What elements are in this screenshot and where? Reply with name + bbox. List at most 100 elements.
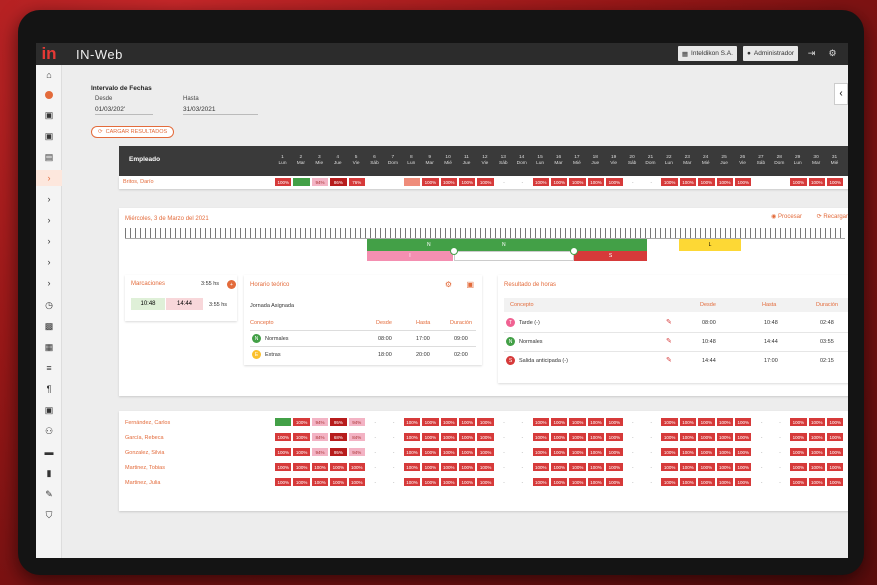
day-cell[interactable]: -	[642, 417, 661, 427]
day-cell[interactable]: -	[513, 447, 532, 457]
day-cell[interactable]: 94%	[347, 417, 366, 427]
day-cell[interactable]: 100%	[531, 417, 550, 427]
day-cell[interactable]: 100%	[789, 417, 808, 427]
day-cell[interactable]: 100%	[789, 462, 808, 472]
day-cell[interactable]: 86%	[329, 177, 348, 187]
day-cell[interactable]: -	[366, 447, 385, 457]
day-cell[interactable]: 100%	[458, 462, 477, 472]
day-cell[interactable]: 100%	[458, 447, 477, 457]
dashboard-icon[interactable]	[36, 87, 62, 103]
day-cell[interactable]: 95%	[329, 417, 348, 427]
day-cell[interactable]: 100%	[476, 477, 495, 487]
day-cell[interactable]: 100%	[678, 477, 698, 487]
day-cell[interactable]: 100%	[402, 477, 422, 487]
day-cell[interactable]: 100%	[605, 177, 624, 187]
day-cell[interactable]: 100%	[660, 417, 679, 427]
employee-name[interactable]: Britos, Darío	[123, 179, 154, 185]
day-cell[interactable]: 100%	[568, 447, 587, 457]
day-cell[interactable]: 100%	[826, 432, 845, 442]
day-cell[interactable]: 100%	[329, 462, 348, 472]
day-cell[interactable]: 100%	[402, 432, 422, 442]
chevron-right-icon[interactable]: ›	[36, 212, 62, 228]
day-cell[interactable]: -	[770, 447, 790, 457]
day-cell[interactable]: 100%	[274, 432, 293, 442]
timeline-handle-in[interactable]	[450, 247, 458, 255]
day-cell[interactable]: 100%	[678, 447, 698, 457]
gear-icon[interactable]: ⚙	[445, 280, 452, 289]
day-cell[interactable]: 100%	[660, 432, 679, 442]
day-cell[interactable]: 100%	[476, 462, 495, 472]
day-cell[interactable]: 100%	[734, 447, 753, 457]
day-cell[interactable]: 100%	[329, 477, 348, 487]
day-cell[interactable]: 100%	[568, 417, 587, 427]
day-cell[interactable]: -	[384, 462, 403, 472]
day-cell[interactable]: 100%	[550, 432, 569, 442]
day-cell[interactable]: -	[384, 432, 403, 442]
employee-name[interactable]: García, Rebeca	[125, 435, 164, 441]
day-cell[interactable]: -	[366, 477, 385, 487]
calendar-month-icon[interactable]: ▦	[36, 339, 62, 355]
day-cell[interactable]: 100%	[715, 417, 734, 427]
day-cell[interactable]: 100%	[347, 477, 366, 487]
load-results-button[interactable]: ⟳ CARGAR RESULTADOS	[91, 126, 175, 138]
day-cell[interactable]: -	[513, 477, 532, 487]
day-cell[interactable]: -	[770, 432, 790, 442]
person-list-icon[interactable]: ≡	[36, 360, 62, 376]
day-cell[interactable]: 100%	[678, 417, 698, 427]
day-cell[interactable]	[292, 177, 311, 187]
day-cell[interactable]: 100%	[807, 447, 826, 457]
day-cell[interactable]: -	[623, 177, 642, 187]
day-cell[interactable]: 100%	[292, 462, 311, 472]
day-cell[interactable]: 100%	[568, 177, 587, 187]
logout-icon[interactable]: ⇥	[804, 46, 819, 61]
day-cell[interactable]: 100%	[697, 447, 716, 457]
day-cell[interactable]: 100%	[476, 417, 495, 427]
day-cell[interactable]: -	[770, 477, 790, 487]
day-cell[interactable]: 100%	[458, 477, 477, 487]
day-cell[interactable]: 100%	[550, 477, 569, 487]
file-edit-icon[interactable]: ✎	[36, 486, 62, 502]
day-cell[interactable]: 100%	[734, 477, 753, 487]
day-cell[interactable]: 94%	[310, 417, 330, 427]
day-cell[interactable]: 100%	[586, 477, 606, 487]
day-cell[interactable]: 68%	[329, 432, 348, 442]
day-cell[interactable]: 100%	[421, 447, 440, 457]
day-cell[interactable]: 100%	[605, 432, 624, 442]
day-cell[interactable]: -	[494, 177, 514, 187]
day-cell[interactable]: 100%	[660, 447, 679, 457]
day-cell[interactable]: 100%	[734, 432, 753, 442]
day-cell[interactable]: -	[513, 462, 532, 472]
day-cell[interactable]: 100%	[715, 462, 734, 472]
day-cell[interactable]: -	[366, 462, 385, 472]
day-cell[interactable]: 100%	[531, 447, 550, 457]
day-cell[interactable]: 94%	[310, 447, 330, 457]
day-cell[interactable]: 84%	[310, 432, 330, 442]
day-cell[interactable]: 100%	[292, 432, 311, 442]
day-cell[interactable]: 100%	[715, 177, 734, 187]
day-cell[interactable]: -	[752, 432, 771, 442]
day-cell[interactable]: 100%	[734, 417, 753, 427]
chevron-right-icon[interactable]: ›	[36, 170, 62, 186]
document-icon[interactable]: ▮	[36, 465, 62, 481]
day-cell[interactable]: 100%	[274, 462, 293, 472]
employee-name[interactable]: Gonzalez, Silvia	[125, 450, 164, 456]
day-cell[interactable]: 95%	[329, 447, 348, 457]
day-cell[interactable]: 100%	[697, 462, 716, 472]
day-cell[interactable]: 100%	[439, 417, 458, 427]
day-cell[interactable]: 100%	[568, 477, 587, 487]
day-cell[interactable]	[752, 177, 771, 187]
process-button[interactable]: ◉ Procesar	[771, 213, 802, 220]
day-cell[interactable]: -	[494, 432, 514, 442]
user-button[interactable]: ● Administrador	[742, 46, 798, 61]
day-cell[interactable]: -	[770, 417, 790, 427]
day-cell[interactable]: 100%	[439, 177, 458, 187]
day-cell[interactable]: 100%	[697, 432, 716, 442]
day-cell[interactable]: 100%	[476, 447, 495, 457]
day-cell[interactable]: -	[623, 417, 642, 427]
day-cell[interactable]: 100%	[531, 462, 550, 472]
day-cell[interactable]: -	[642, 432, 661, 442]
day-cell[interactable]: 100%	[274, 447, 293, 457]
collapse-panel-button[interactable]: ‹	[834, 83, 848, 105]
day-cell[interactable]: 100%	[605, 447, 624, 457]
day-cell[interactable]: 100%	[402, 447, 422, 457]
